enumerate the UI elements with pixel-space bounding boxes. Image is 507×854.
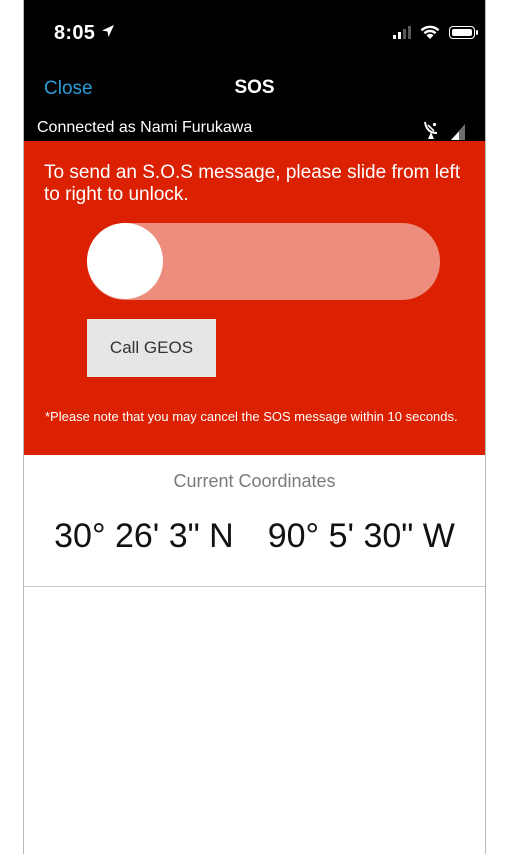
latitude-value: 30° 26' 3" N (54, 517, 234, 555)
status-bar: 8:05 (24, 0, 485, 70)
right-border (485, 0, 486, 854)
signal-strength-icon (451, 124, 465, 140)
coordinates-value: 30° 26' 3" N 90° 5' 30" W (24, 517, 485, 556)
satellite-dish-icon (424, 121, 438, 139)
wifi-icon (420, 25, 440, 39)
status-icons (393, 24, 478, 40)
page-title: SOS (234, 77, 275, 98)
connection-bar: Connected as Nami Furukawa (24, 116, 485, 141)
coordinates-section: Current Coordinates 30° 26' 3" N 90° 5' … (24, 455, 485, 587)
cellular-signal-icon (393, 25, 411, 39)
connection-status-text: Connected as Nami Furukawa (37, 119, 253, 136)
location-arrow-icon (102, 25, 114, 37)
battery-icon (449, 25, 478, 39)
sos-instructions: To send an S.O.S message, please slide f… (44, 162, 461, 205)
status-time: 8:05 (54, 22, 96, 44)
connection-icons (423, 116, 465, 140)
longitude-value: 90° 5' 30" W (267, 517, 455, 555)
app-screen: 8:05 Close SOS Connected as Nami Furukaw… (0, 0, 507, 854)
cancel-note: *Please note that you may cancel the SOS… (45, 409, 458, 424)
slider-thumb[interactable] (87, 223, 163, 299)
sos-slide-to-unlock[interactable] (87, 223, 440, 300)
coordinates-label: Current Coordinates (173, 471, 336, 491)
navigation-bar: Close SOS (24, 70, 485, 116)
sos-panel: To send an S.O.S message, please slide f… (24, 141, 485, 455)
call-geos-button[interactable]: Call GEOS (87, 319, 216, 377)
